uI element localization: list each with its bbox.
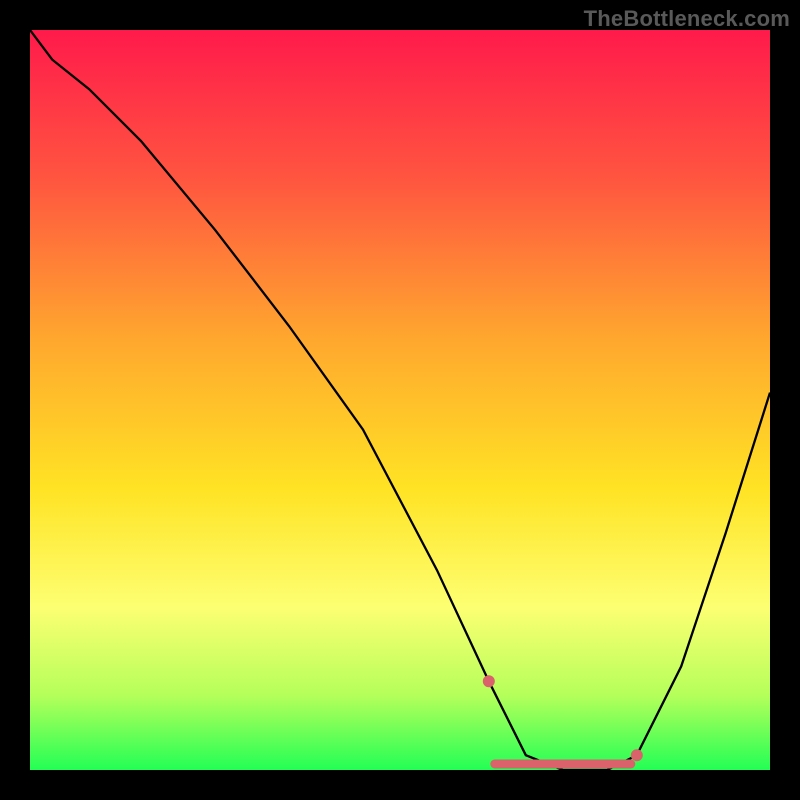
- watermark: TheBottleneck.com: [584, 6, 790, 32]
- bottleneck-curve: [30, 30, 770, 770]
- curve-path: [30, 30, 770, 770]
- chart-frame: TheBottleneck.com: [0, 0, 800, 800]
- plot-area: [30, 30, 770, 770]
